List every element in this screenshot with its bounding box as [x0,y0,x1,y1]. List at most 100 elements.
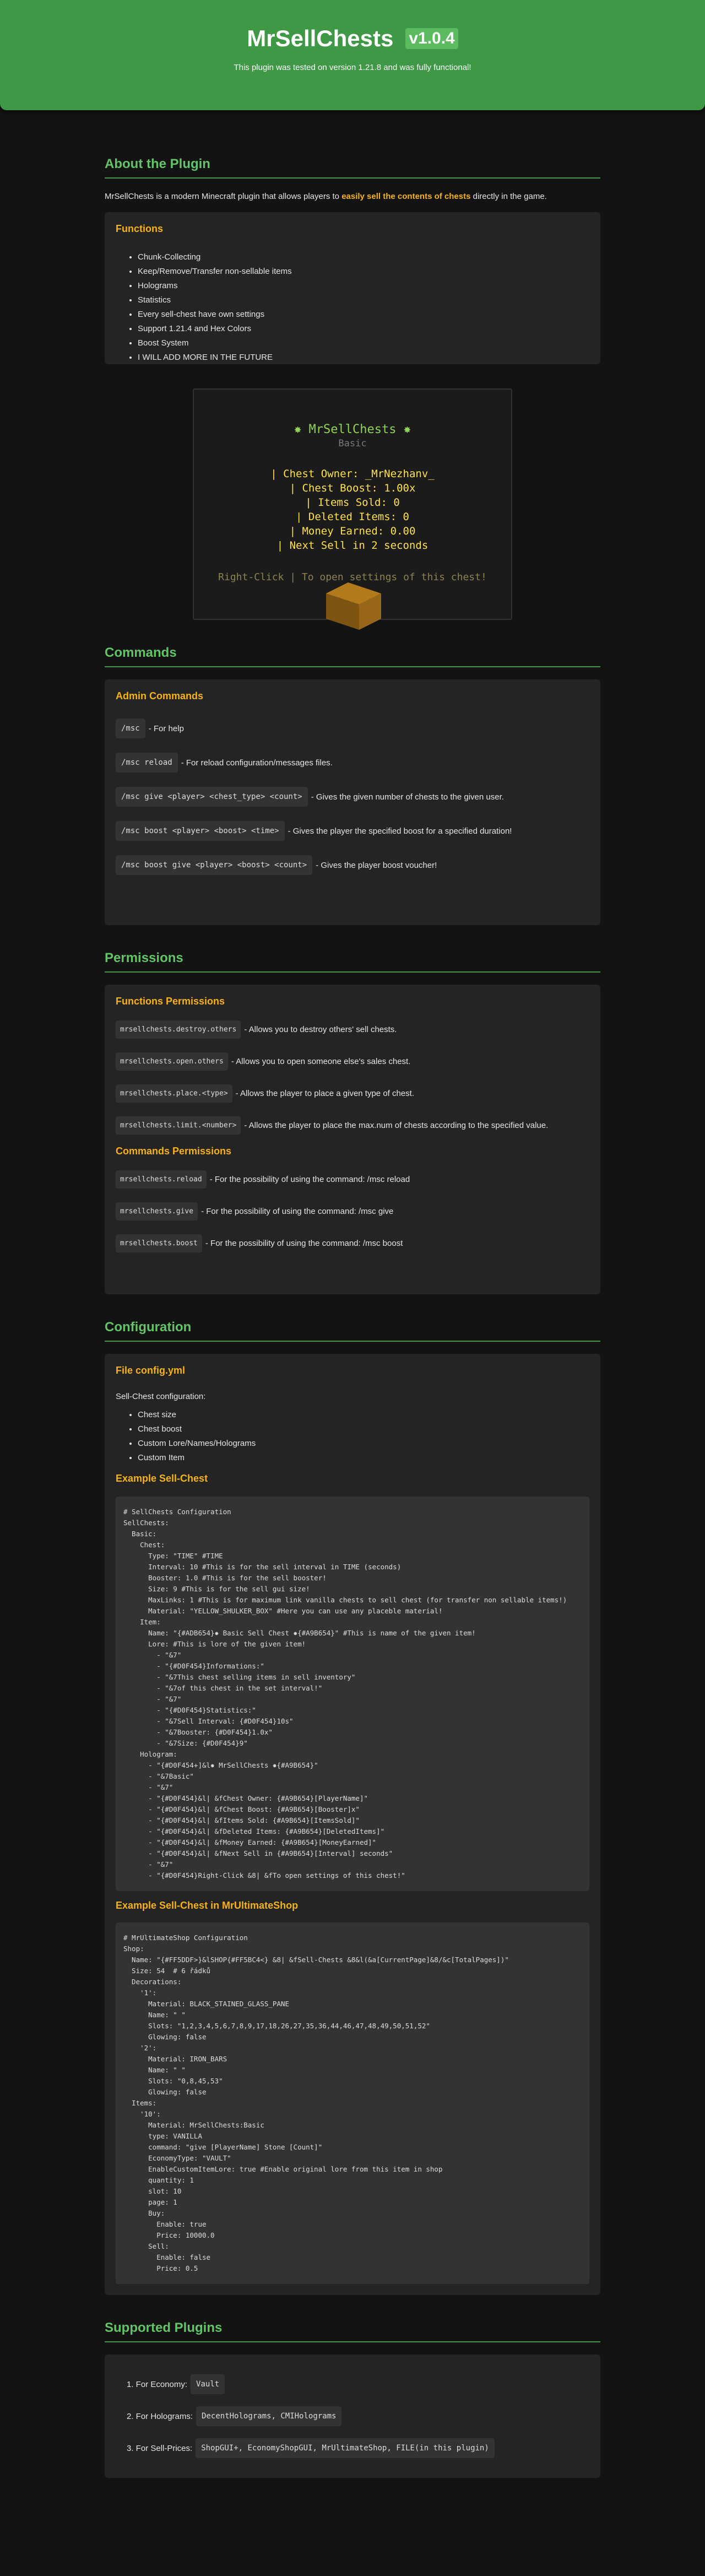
plugin-category: 2. For Holograms: [127,2411,193,2421]
command-code: /msc boost <player> <boost> <time> [116,821,285,841]
hero-banner: MrSellChests v1.0.4 This plugin was test… [0,0,705,110]
command-description: - For help [148,723,184,733]
plugin-name: MrSellChests [247,25,394,51]
permission-code: mrsellchests.give [116,1202,198,1221]
permission-description: - For the possibility of using the comma… [201,1207,394,1216]
example-shop-title: Example Sell-Chest in MrUltimateShop [116,1900,299,1911]
sell-chest-config-label: Sell-Chest configuration: [116,1392,206,1401]
permission-description: - For the possibility of using the comma… [209,1175,410,1184]
permission-row: mrsellchests.place.<type> - Allows the pl… [116,1084,589,1103]
commands-heading: Commands [105,645,600,667]
permission-description: - Allows the player to place a given typ… [235,1089,415,1098]
command-row: /msc - For help [116,719,589,738]
supported-plugins-heading: Supported Plugins [105,2320,600,2342]
command-row: /msc give <player> <chest_type> <count> -… [116,787,589,807]
list-item: Every sell-chest have own settings [138,307,589,322]
supported-plugins-section: Supported Plugins 1. For Economy: Vault 2… [105,2320,600,2478]
intro-highlight: easily sell the contents of chests [341,192,471,201]
command-row: /msc boost <player> <boost> <time> - Give… [116,821,589,841]
list-item: Chest boost [138,1422,589,1436]
page-title: MrSellChests v1.0.4 [247,25,458,52]
main-content: About the Plugin MrSellChests is a moder… [105,156,600,2478]
admin-commands-card: Admin Commands /msc - For help /msc reloa… [105,679,600,925]
permission-row: mrsellchests.boost - For the possibility … [116,1234,589,1252]
permission-description: - Allows the player to place the max.num… [244,1121,549,1130]
about-intro: MrSellChests is a modern Minecraft plugi… [105,192,600,201]
command-description: - Gives the given number of chests to th… [311,792,504,802]
permission-description: - Allows you to destroy others' sell che… [244,1025,397,1034]
permission-row: mrsellchests.open.others - Allows you to … [116,1052,589,1071]
preview-line: | Next Sell in 2 seconds [276,539,429,552]
list-item: Statistics [138,293,589,307]
permission-code: mrsellchests.limit.<number> [116,1116,241,1135]
permission-code: mrsellchests.boost [116,1234,202,1252]
chest-block-icon [326,582,381,630]
intro-text-end: directly in the game. [470,192,547,201]
config-file-title: File config.yml [116,1365,186,1376]
permission-code: mrsellchests.place.<type> [116,1084,232,1103]
command-description: - Gives the player the specified boost f… [288,826,512,836]
command-row: /msc reload - For reload configuration/me… [116,753,589,773]
functions-card: Functions Chunk-Collecting Keep/Remove/T… [105,212,600,364]
plugin-names: DecentHolograms, CMIHolograms [196,2406,342,2426]
list-item: Custom Lore/Names/Holograms [138,1436,589,1451]
permission-code: mrsellchests.reload [116,1170,207,1189]
command-code: /msc give <player> <chest_type> <count> [116,787,308,807]
plugin-category: 3. For Sell-Prices: [127,2443,193,2453]
about-section: About the Plugin MrSellChests is a moder… [105,156,600,364]
plugin-category: 1. For Economy: [127,2379,188,2389]
preview-subtitle: Basic [338,438,367,449]
list-item: I WILL ADD MORE IN THE FUTURE [138,350,589,365]
list-item: Holograms [138,279,589,293]
permissions-heading: Permissions [105,951,600,973]
supported-plugins-card: 1. For Economy: Vault 2. For Holograms: De… [105,2354,600,2478]
command-code: /msc reload [116,753,178,773]
list-item: 3. For Sell-Prices: ShopGUI+, EconomyShop… [127,2438,589,2458]
permission-row: mrsellchests.give - For the possibility o… [116,1202,589,1221]
supported-plugins-list: 1. For Economy: Vault 2. For Holograms: De… [116,2374,589,2458]
list-item: Support 1.21.4 and Hex Colors [138,322,589,336]
command-code: /msc boost give <player> <boost> <count> [116,855,313,875]
list-item: 1. For Economy: Vault [127,2374,589,2394]
permission-row: mrsellchests.reload - For the possibility… [116,1170,589,1189]
list-item: Boost System [138,336,589,350]
example-sell-chest-title: Example Sell-Chest [116,1473,208,1484]
permission-row: mrsellchests.destroy.others - Allows you … [116,1020,589,1039]
commands-permissions-title: Commands Permissions [116,1146,232,1157]
list-item: Custom Item [138,1451,589,1465]
permissions-card: Functions Permissions mrsellchests.destr… [105,985,600,1294]
hologram-preview-image: ✸ MrSellChests ✸ Basic | Chest Owner: _M… [193,388,512,630]
preview-line: | Deleted Items: 0 [296,511,409,523]
shop-config-code-block: # MrUltimateShop Configuration Shop: Nam… [116,1922,589,2284]
command-description: - For reload configuration/messages file… [181,758,333,768]
preview-line: | Items Sold: 0 [305,496,400,509]
list-item: Keep/Remove/Transfer non-sellable items [138,264,589,279]
configuration-card: File config.yml Sell-Chest configuration… [105,1354,600,2295]
functions-title: Functions [116,223,163,234]
permission-code: mrsellchests.open.others [116,1052,228,1071]
preview-line: | Chest Boost: 1.00x [289,482,416,494]
list-item: Chunk-Collecting [138,250,589,264]
permissions-section: Permissions Functions Permissions mrsell… [105,951,600,1294]
list-item: Chest size [138,1408,589,1422]
permission-row: mrsellchests.limit.<number> - Allows the … [116,1116,589,1135]
plugin-names: ShopGUI+, EconomyShopGUI, MrUltimateShop… [196,2438,495,2458]
preview-line: | Money Earned: 0.00 [289,525,416,537]
configuration-section: Configuration File config.yml Sell-Chest… [105,1320,600,2295]
command-row: /msc boost give <player> <boost> <count>… [116,855,589,875]
admin-commands-title: Admin Commands [116,690,204,701]
preview-title: ✸ MrSellChests ✸ [294,423,411,436]
permission-description: - Allows you to open someone else's sale… [231,1057,411,1066]
preview-line: | Chest Owner: _MrNezhanv_ [270,468,435,480]
plugin-names: Vault [191,2374,225,2394]
permission-code: mrsellchests.destroy.others [116,1020,241,1039]
command-code: /msc [116,719,145,738]
sell-chest-config-code-block: # SellChests Configuration SellChests: B… [116,1497,589,1891]
about-heading: About the Plugin [105,156,600,179]
configuration-heading: Configuration [105,1320,600,1342]
permission-description: - For the possibility of using the comma… [205,1239,403,1248]
functions-permissions-title: Functions Permissions [116,996,225,1007]
list-item: 2. For Holograms: DecentHolograms, CMIHol… [127,2406,589,2426]
functions-list: Chunk-Collecting Keep/Remove/Transfer no… [116,250,589,365]
command-description: - Gives the player boost voucher! [316,860,437,870]
